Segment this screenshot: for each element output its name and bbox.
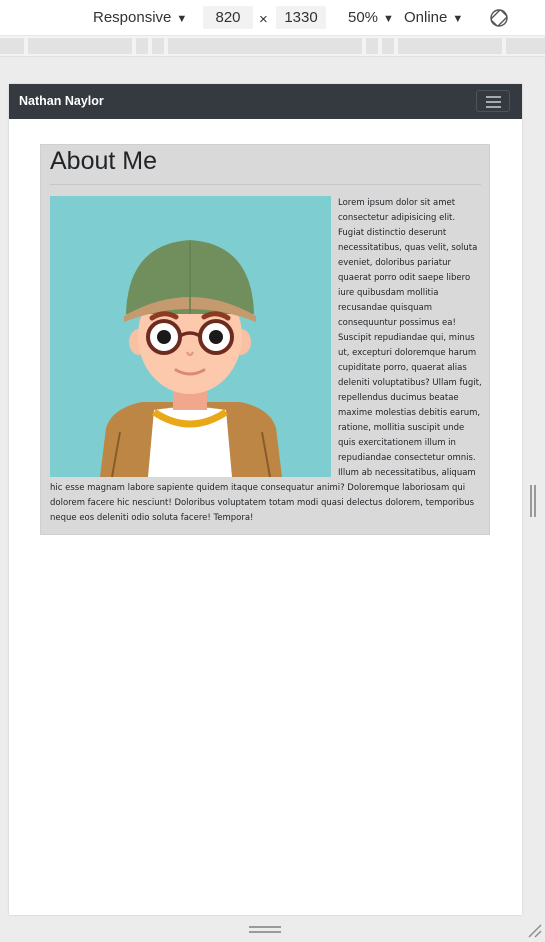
hamburger-icon bbox=[486, 101, 501, 103]
zoom-select[interactable]: 50% ▼ bbox=[348, 8, 394, 29]
dimension-separator: × bbox=[259, 11, 268, 28]
media-query-segment[interactable] bbox=[398, 38, 502, 54]
network-throttle-select[interactable]: Online ▼ bbox=[404, 8, 463, 29]
hamburger-icon bbox=[486, 96, 501, 98]
device-select-label: Responsive bbox=[93, 9, 172, 26]
resize-corner-icon[interactable] bbox=[526, 922, 542, 938]
media-query-segment[interactable] bbox=[366, 38, 378, 54]
media-query-bar[interactable] bbox=[0, 36, 545, 57]
media-query-segment[interactable] bbox=[506, 38, 545, 54]
media-query-segment[interactable] bbox=[136, 38, 148, 54]
hamburger-icon bbox=[486, 106, 501, 108]
viewport-width-resize-handle[interactable] bbox=[530, 485, 536, 517]
caret-down-icon: ▼ bbox=[383, 13, 394, 25]
caret-down-icon: ▼ bbox=[176, 13, 188, 25]
width-value: 820 bbox=[215, 9, 241, 26]
height-input[interactable]: 1330 bbox=[276, 6, 326, 29]
height-value: 1330 bbox=[284, 9, 318, 26]
width-input[interactable]: 820 bbox=[203, 6, 253, 29]
page-title: About Me bbox=[50, 147, 158, 175]
device-viewport: Nathan Naylor About Me Lorem ipsum dolor… bbox=[9, 84, 522, 915]
navbar-brand[interactable]: Nathan Naylor bbox=[19, 94, 104, 108]
device-toolbar: Responsive ▼ 820 × 1330 50% ▼ Online ▼ bbox=[0, 0, 545, 36]
media-query-segment[interactable] bbox=[152, 38, 164, 54]
viewport-height-resize-handle[interactable] bbox=[249, 926, 281, 934]
media-query-segment[interactable] bbox=[382, 38, 394, 54]
network-label: Online bbox=[404, 9, 448, 26]
device-select[interactable]: Responsive ▼ bbox=[93, 8, 187, 29]
media-query-segment[interactable] bbox=[28, 38, 132, 54]
avatar bbox=[50, 196, 331, 477]
divider bbox=[50, 184, 481, 185]
navbar: Nathan Naylor bbox=[9, 84, 522, 119]
caret-down-icon: ▼ bbox=[452, 13, 464, 25]
media-query-segment[interactable] bbox=[0, 38, 24, 54]
navbar-toggler-button[interactable] bbox=[476, 90, 510, 112]
zoom-label: 50% bbox=[348, 9, 379, 26]
media-query-segment[interactable] bbox=[168, 38, 362, 54]
about-card: About Me Lorem ipsum dolor sit amet cons… bbox=[40, 144, 490, 535]
rotate-icon[interactable] bbox=[488, 7, 510, 29]
